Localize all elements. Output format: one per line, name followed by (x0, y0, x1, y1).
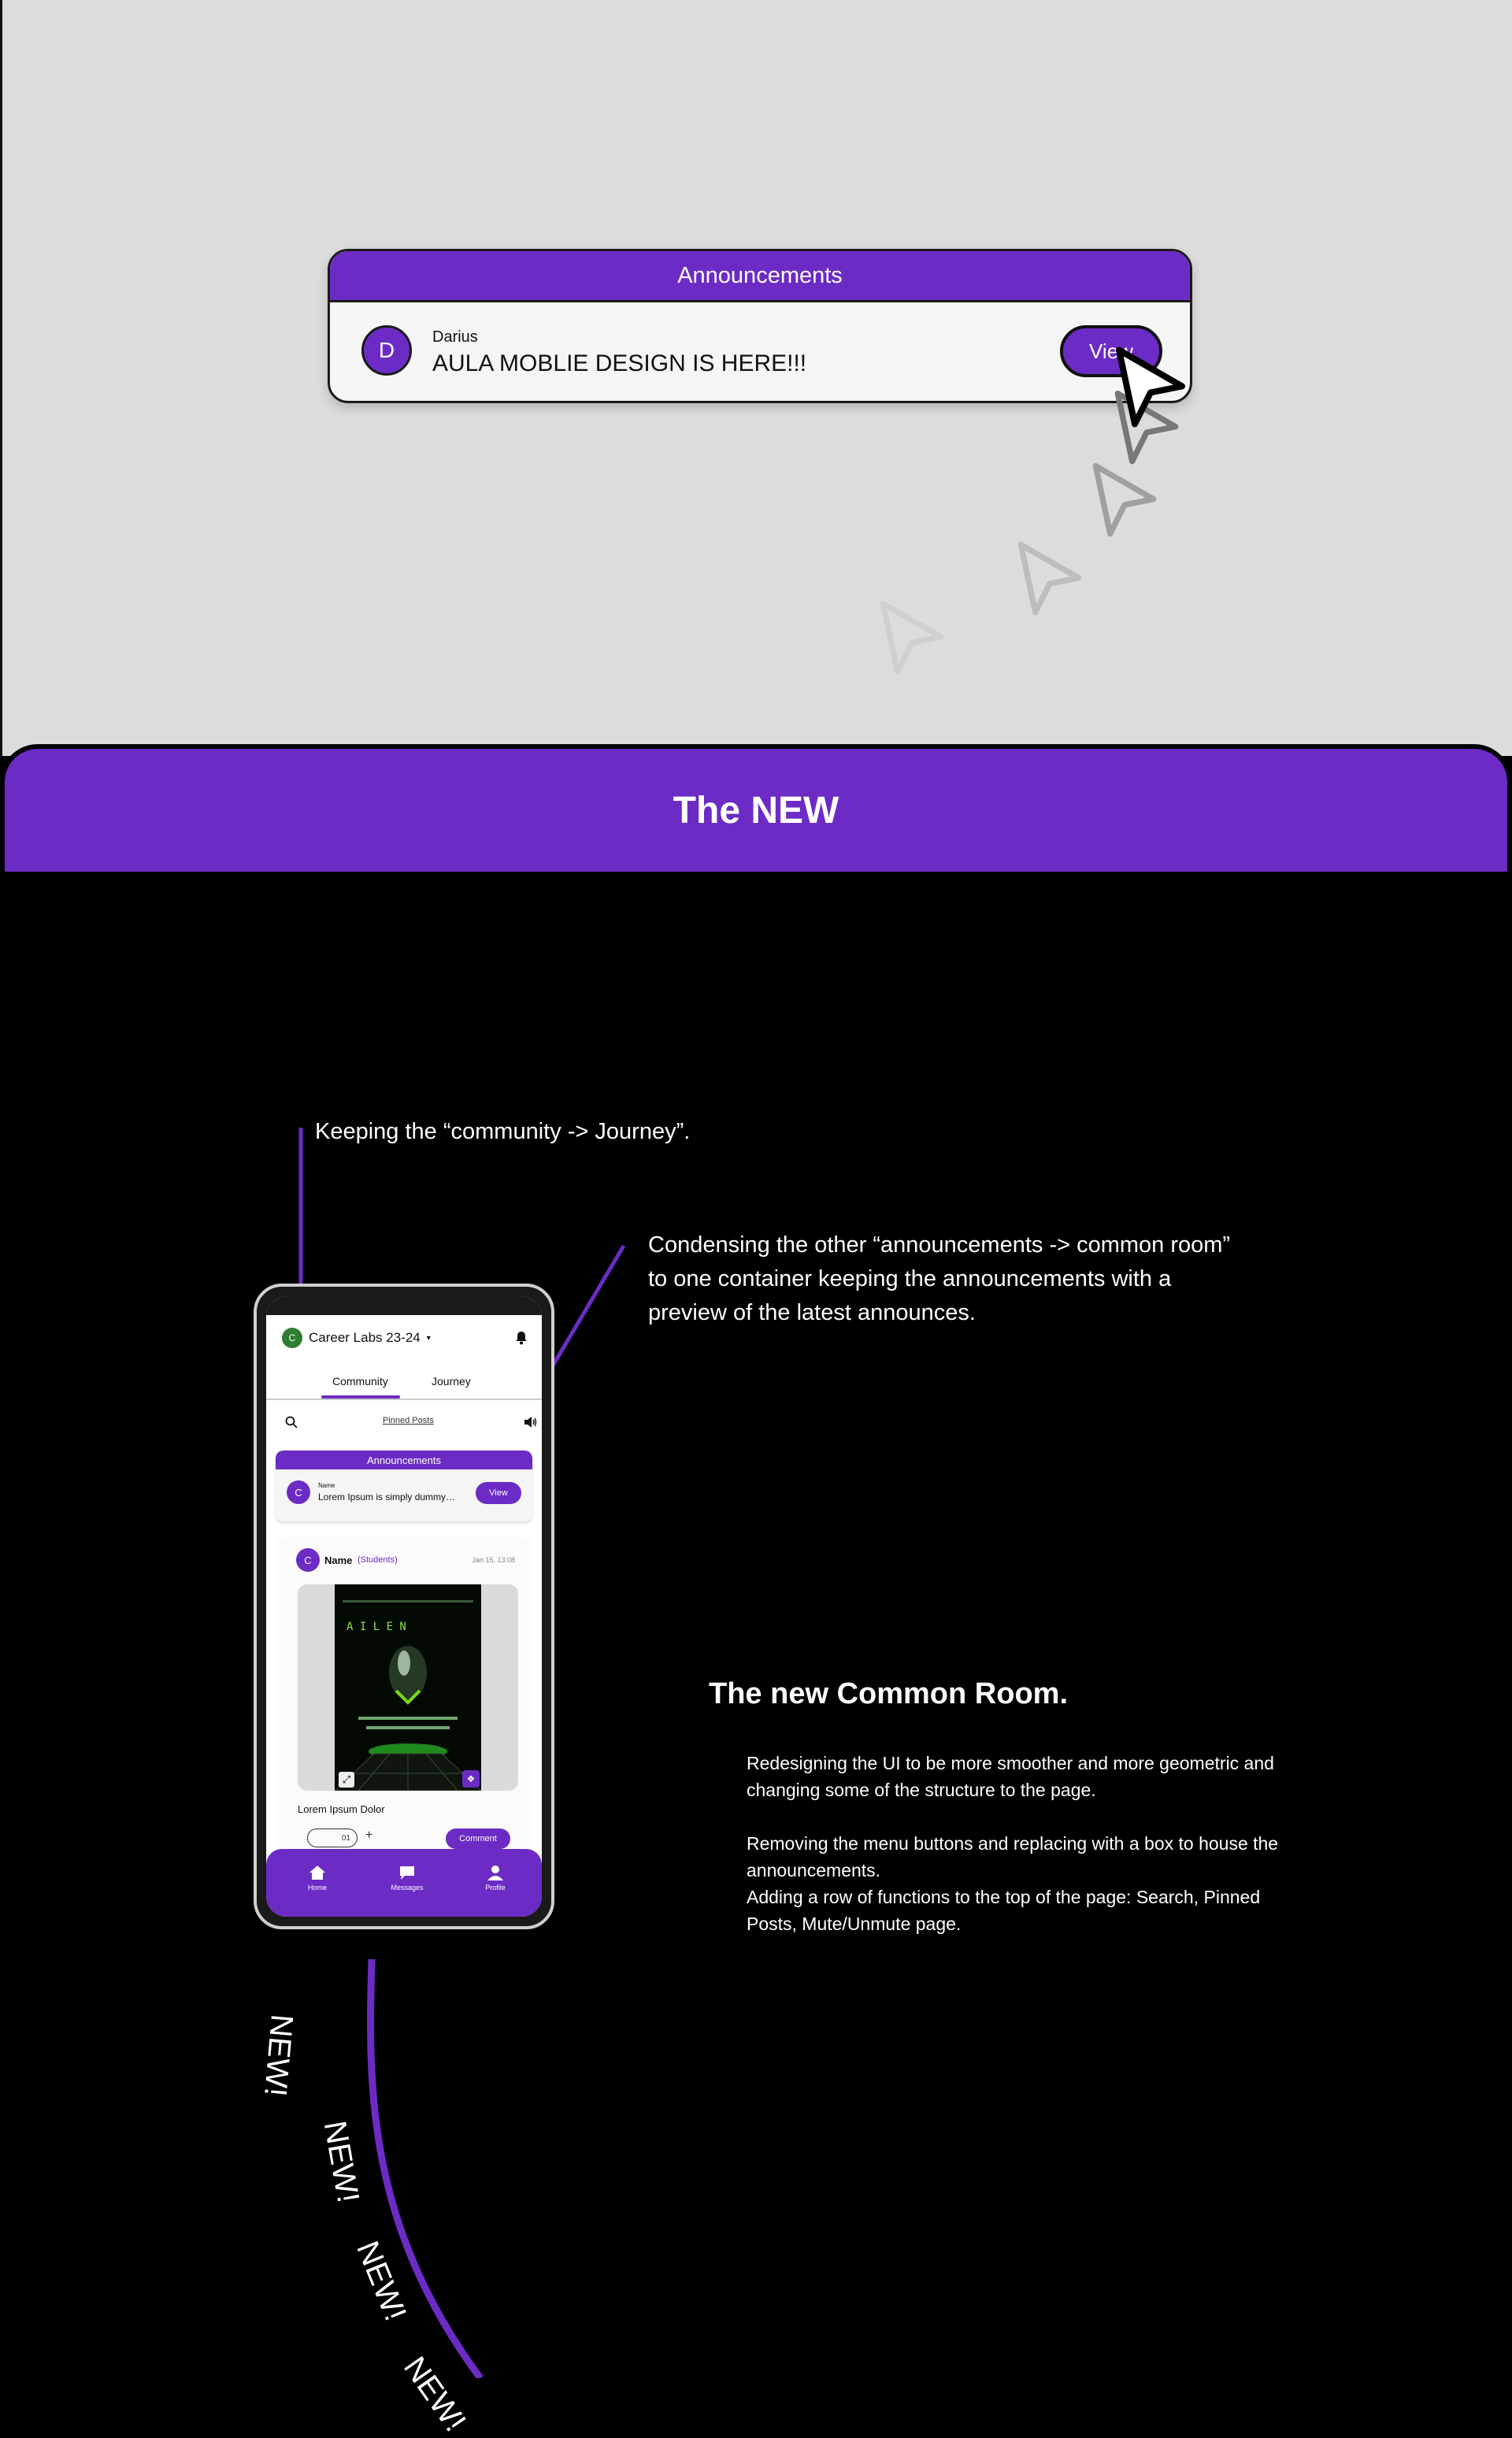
expand-icon[interactable]: ⤢ (339, 1772, 354, 1788)
tab-community[interactable]: Community (332, 1375, 388, 1388)
comment-button[interactable]: Comment (446, 1828, 510, 1849)
tabs: Community Journey (266, 1375, 542, 1400)
announcement-preview: Lorem Ipsum is simply dummy text (318, 1491, 457, 1502)
section-paragraph: Redesigning the UI to be more smoother a… (747, 1753, 1274, 1800)
nav-home[interactable]: Home (290, 1865, 345, 1891)
chevron-down-icon: ▾ (426, 1333, 431, 1343)
chat-icon (400, 1866, 414, 1880)
post-card: C Name (Students) Jan 15, 13:08 A I L E … (276, 1537, 532, 1868)
avatar: C (296, 1548, 320, 1572)
post-caption: Lorem Ipsum Dolor (298, 1803, 385, 1815)
avatar: C (287, 1480, 310, 1504)
new-label: NEW! (258, 2013, 299, 2099)
nav-messages[interactable]: Messages (380, 1865, 435, 1891)
tab-journey[interactable]: Journey (432, 1375, 471, 1388)
post-author: Name (324, 1554, 353, 1566)
section-heading: The new Common Room. (709, 1677, 1068, 1710)
bell-icon[interactable] (515, 1331, 528, 1345)
view-button[interactable]: View (476, 1482, 521, 1504)
toolbar: Pinned Posts (266, 1413, 542, 1436)
gallery-icon[interactable]: ❖ (462, 1770, 480, 1788)
speaker-icon[interactable] (523, 1415, 539, 1429)
home-icon (309, 1866, 325, 1880)
active-tab-indicator (321, 1395, 400, 1399)
announcement-box-title: Announcements (276, 1451, 532, 1469)
status-bar (266, 1296, 542, 1315)
section-paragraph: Removing the menu buttons and replacing … (747, 1833, 1279, 1880)
like-count: 01 (341, 1833, 350, 1843)
note-community: Keeping the “community -> Journey”. (315, 1119, 691, 1144)
section-paragraph: Adding a row of functions to the top of … (747, 1887, 1261, 1934)
phone-screen: C Career Labs 23-24 ▾ Community Journey … (266, 1296, 542, 1917)
group-title: Career Labs 23-24 (309, 1330, 421, 1345)
announcement-name: Name (318, 1482, 335, 1489)
post-date: Jan 15, 13:08 (472, 1556, 515, 1564)
add-icon[interactable]: + (365, 1828, 372, 1843)
search-icon[interactable] (285, 1416, 298, 1428)
phone-mockup: C Career Labs 23-24 ▾ Community Journey … (254, 1284, 554, 1929)
like-button[interactable]: 01 (307, 1828, 358, 1847)
user-icon (487, 1866, 503, 1880)
nav-label: Profile (485, 1884, 506, 1891)
pinned-posts-link[interactable]: Pinned Posts (383, 1416, 434, 1425)
group-header[interactable]: C Career Labs 23-24 ▾ (282, 1328, 431, 1348)
svg-text:A I L E N: A I L E N (346, 1621, 406, 1633)
note-condense: Condensing the other “announcements -> c… (648, 1232, 1231, 1325)
avatar: C (282, 1328, 302, 1348)
nav-label: Home (307, 1884, 327, 1891)
post-image[interactable]: A I L E N ⤢ ❖ (298, 1584, 518, 1791)
callout-lines (295, 1128, 626, 2378)
announcement-box: Announcements C Name Lorem Ipsum is simp… (276, 1451, 532, 1521)
post-role: (Students) (358, 1555, 398, 1565)
nav-label: Messages (391, 1884, 424, 1891)
nav-profile[interactable]: Profile (468, 1865, 523, 1891)
bottom-nav: Home Messages Profile (266, 1849, 542, 1917)
movie-poster-image: A I L E N (335, 1584, 481, 1791)
